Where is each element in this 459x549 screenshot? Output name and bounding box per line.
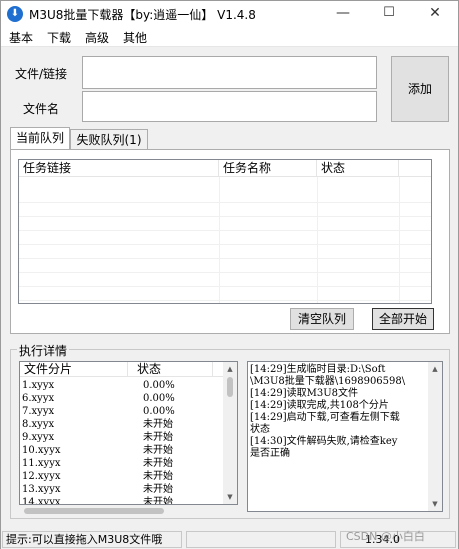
- segment-file: 12.xyyx: [22, 471, 61, 482]
- tab-panel-current-queue: 任务链接 任务名称 状态 清空队列 全部开始: [10, 149, 450, 334]
- watermark: CSDN @小白白: [346, 530, 425, 543]
- column-task-name[interactable]: 任务名称: [219, 160, 317, 177]
- segment-status: 未开始: [143, 484, 173, 495]
- tab-failed-queue[interactable]: 失败队列(1): [70, 129, 148, 151]
- list-item[interactable]: 7.xyyx 0.00%: [20, 405, 220, 418]
- task-list-header: 任务链接 任务名称 状态: [19, 160, 431, 177]
- main-window: ⬇ M3U8批量下载器【by:逍遥一仙】 V1.4.8 — ☐ ✕ 基本 下载 …: [0, 0, 459, 549]
- table-row[interactable]: [19, 260, 431, 273]
- log-line: [14:29]启动下载,可查看左侧下载: [250, 412, 400, 423]
- table-row[interactable]: [19, 274, 431, 287]
- menu-advanced[interactable]: 高级: [85, 29, 109, 46]
- segment-file: 8.xyyx: [22, 419, 55, 430]
- clear-queue-button[interactable]: 清空队列: [290, 308, 354, 330]
- segment-file: 9.xyyx: [22, 432, 55, 443]
- column-task-link[interactable]: 任务链接: [19, 160, 219, 177]
- start-all-button[interactable]: 全部开始: [372, 308, 434, 330]
- list-item[interactable]: 6.xyyx 0.00%: [20, 392, 220, 405]
- segment-file: 1.xyyx: [22, 380, 55, 391]
- column-status[interactable]: 状态: [317, 160, 399, 177]
- status-hint: 提示:可以直接拖入M3U8文件哦: [2, 531, 182, 548]
- segment-status: 未开始: [143, 419, 173, 430]
- segment-list-hscrollbar[interactable]: [19, 505, 224, 517]
- segment-file: 14.xyyx: [22, 497, 61, 505]
- table-row[interactable]: [19, 190, 431, 203]
- log-line: [14:30]文件解码失败,请检查key: [250, 436, 398, 447]
- segment-status: 未开始: [143, 471, 173, 482]
- log-line: \M3U8批量下载器\1698906598\: [250, 376, 406, 387]
- minimize-button[interactable]: —: [320, 1, 366, 27]
- tab-current-queue[interactable]: 当前队列: [10, 127, 70, 151]
- segment-status: 0.00%: [143, 380, 175, 391]
- scroll-down-icon[interactable]: ▼: [428, 497, 442, 511]
- close-button[interactable]: ✕: [412, 1, 458, 27]
- maximize-button[interactable]: ☐: [366, 1, 412, 27]
- log-line: 状态: [250, 424, 270, 435]
- segment-file: 11.xyyx: [22, 458, 61, 469]
- table-row[interactable]: [19, 288, 431, 301]
- column-segment-status[interactable]: 状态: [133, 362, 213, 377]
- segment-status: 未开始: [143, 458, 173, 469]
- segment-list[interactable]: 文件分片 状态 1.xyyx 0.00% 6.xyyx 0.00% 7.xyyx 0.…: [19, 361, 238, 505]
- table-row[interactable]: [19, 246, 431, 259]
- url-input[interactable]: [82, 56, 377, 89]
- menu-download[interactable]: 下载: [47, 29, 71, 46]
- log-line: 是否正确: [250, 448, 290, 459]
- segment-status: 未开始: [143, 445, 173, 456]
- list-item[interactable]: 9.xyyx 未开始: [20, 431, 220, 444]
- add-button[interactable]: 添加: [391, 56, 449, 122]
- execution-details-group: 执行详情 文件分片 状态 1.xyyx 0.00% 6.xyyx 0.00% 7.x…: [10, 342, 450, 519]
- menu-basic[interactable]: 基本: [9, 29, 33, 46]
- list-item[interactable]: 8.xyyx 未开始: [20, 418, 220, 431]
- scrollbar-thumb[interactable]: [227, 377, 233, 397]
- menu-bar: 基本 下载 高级 其他: [1, 27, 458, 47]
- segment-list-scrollbar[interactable]: ▲ ▼: [223, 362, 237, 504]
- list-item[interactable]: 13.xyyx 未开始: [20, 483, 220, 496]
- table-row[interactable]: [19, 232, 431, 245]
- scroll-up-icon[interactable]: ▲: [223, 362, 237, 376]
- log-line: [14:29]生成临时目录:D:\Soft: [250, 364, 386, 375]
- list-item[interactable]: 12.xyyx 未开始: [20, 470, 220, 483]
- log-line: [14:29]读取完成,共108个分片: [250, 400, 389, 411]
- segment-status: 未开始: [143, 432, 173, 443]
- group-title: 执行详情: [17, 342, 70, 359]
- task-queue-list[interactable]: 任务链接 任务名称 状态: [18, 159, 432, 304]
- segment-file: 10.xyyx: [22, 445, 61, 456]
- title-bar[interactable]: ⬇ M3U8批量下载器【by:逍遥一仙】 V1.4.8 — ☐ ✕: [1, 1, 458, 27]
- log-scrollbar[interactable]: ▲ ▼: [428, 362, 442, 511]
- list-item[interactable]: 1.xyyx 0.00%: [20, 379, 220, 392]
- menu-other[interactable]: 其他: [123, 29, 147, 46]
- segment-file: 6.xyyx: [22, 393, 55, 404]
- url-label: 文件/链接: [15, 67, 68, 81]
- scroll-up-icon[interactable]: ▲: [428, 362, 442, 376]
- window-title: M3U8批量下载器【by:逍遥一仙】 V1.4.8: [29, 8, 256, 22]
- scroll-down-icon[interactable]: ▼: [223, 490, 237, 504]
- segment-status: 0.00%: [143, 393, 175, 404]
- status-pane-empty: [186, 531, 336, 548]
- download-arrow-icon: ⬇: [7, 6, 23, 22]
- list-item[interactable]: 14.xyyx 未开始: [20, 496, 220, 505]
- list-item[interactable]: 11.xyyx 未开始: [20, 457, 220, 470]
- segment-list-header: 文件分片 状态: [20, 362, 237, 377]
- log-line: [14:29]读取M3U8文件: [250, 388, 359, 399]
- scrollbar-thumb[interactable]: [24, 508, 164, 514]
- filename-input[interactable]: [82, 91, 377, 122]
- segment-status: 0.00%: [143, 406, 175, 417]
- table-row[interactable]: [19, 218, 431, 231]
- segment-file: 13.xyyx: [22, 484, 61, 495]
- segment-status: 未开始: [143, 497, 173, 505]
- column-file-segment[interactable]: 文件分片: [20, 362, 128, 377]
- segment-file: 7.xyyx: [22, 406, 55, 417]
- list-item[interactable]: 10.xyyx 未开始: [20, 444, 220, 457]
- log-output[interactable]: [14:29]生成临时目录:D:\Soft \M3U8批量下载器\1698906…: [247, 361, 443, 512]
- table-row[interactable]: [19, 204, 431, 217]
- filename-label: 文件名: [23, 102, 60, 116]
